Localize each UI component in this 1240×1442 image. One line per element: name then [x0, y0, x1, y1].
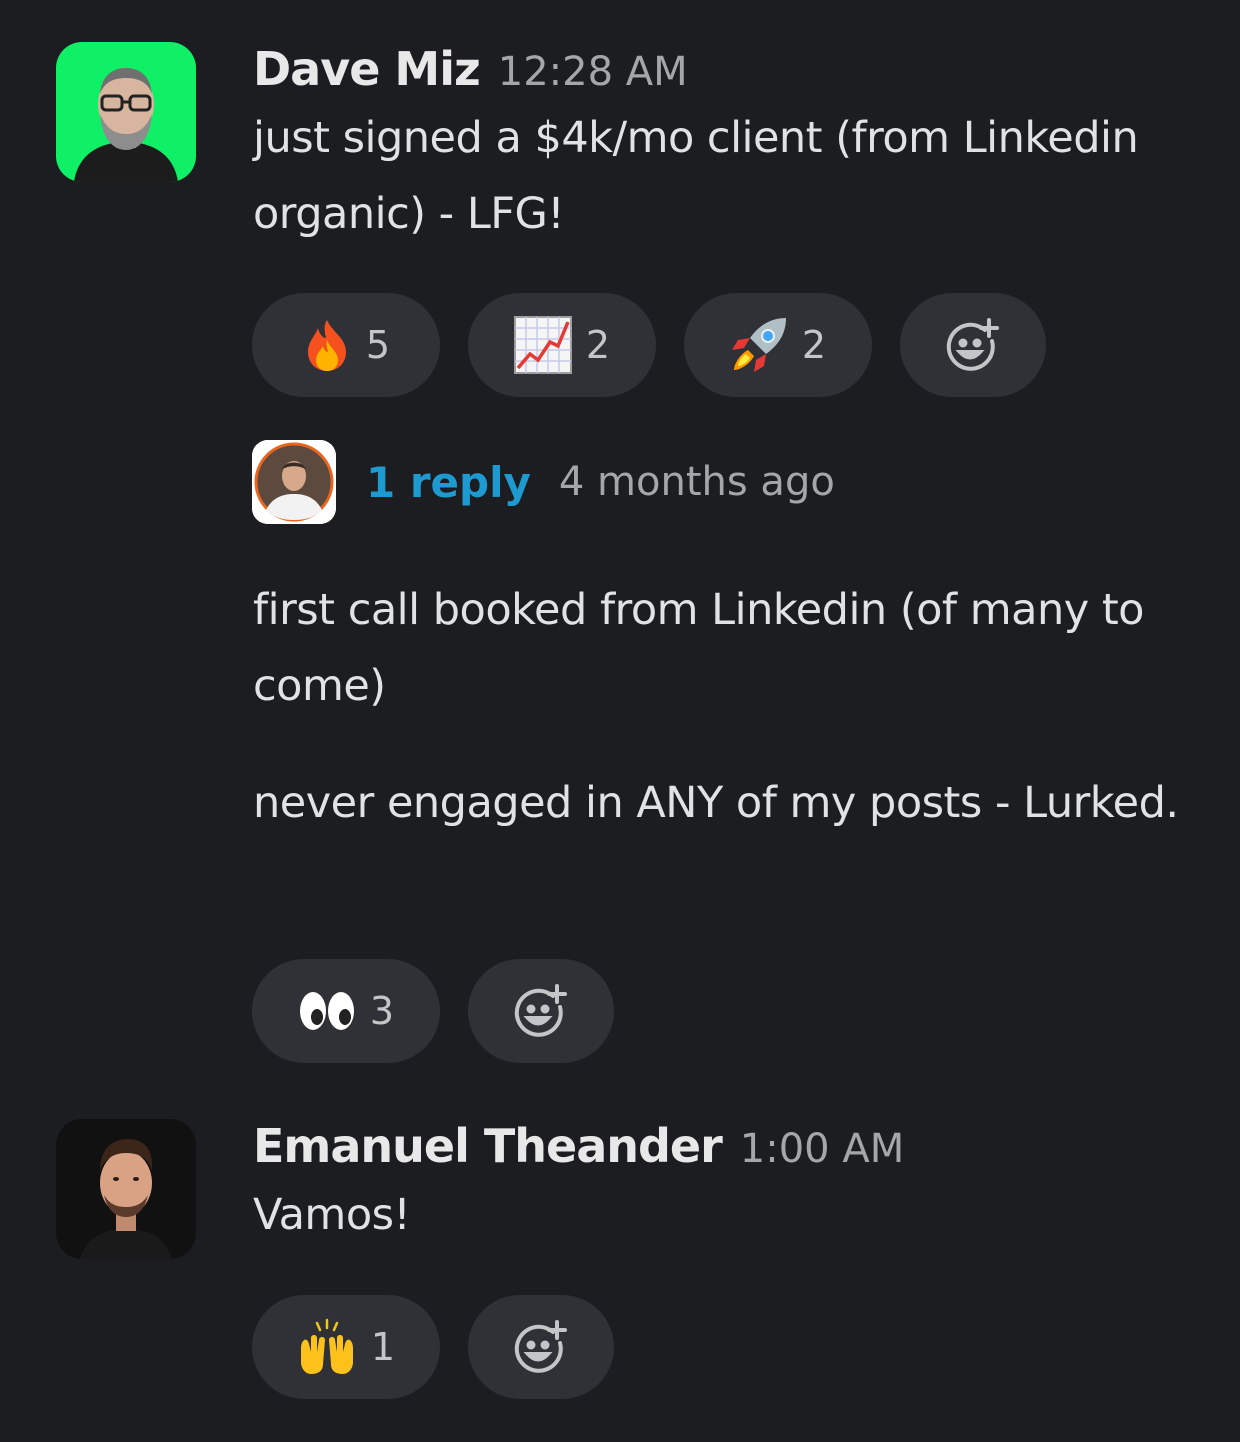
- thread-reply-count-link[interactable]: 1 reply: [366, 458, 531, 507]
- reaction-count: 1: [370, 1325, 396, 1369]
- add-reaction-button[interactable]: [900, 293, 1046, 397]
- message-timestamp[interactable]: 12:28 AM: [498, 49, 688, 95]
- fire-emoji-icon: [302, 318, 352, 372]
- raising-hands-emoji-icon: [297, 1318, 357, 1376]
- message-text: first call booked from Linkedin (of many…: [253, 585, 1145, 711]
- author-name[interactable]: Emanuel Theander 1:00 AM: [253, 1119, 904, 1173]
- reaction-count: 3: [369, 989, 395, 1033]
- author-name-text[interactable]: Emanuel Theander: [253, 1119, 723, 1173]
- author-name[interactable]: Dave Miz 12:28 AM: [253, 42, 688, 96]
- add-reaction-button[interactable]: [468, 1295, 614, 1399]
- message-text: Vamos!: [253, 1190, 411, 1240]
- message-text: just signed a $4k/mo client (from Linked…: [253, 113, 1139, 239]
- reaction-count: 2: [585, 323, 611, 367]
- add-reaction-icon: [513, 983, 569, 1039]
- chart-increasing-emoji-icon: [513, 316, 572, 374]
- thread-reply-avatar: [252, 440, 336, 524]
- reaction-rocket[interactable]: 2: [684, 293, 872, 397]
- reactions-row: 5 2 2: [252, 293, 1046, 397]
- reaction-raising-hands[interactable]: 1: [252, 1295, 440, 1399]
- eyes-emoji-icon: [298, 989, 356, 1033]
- reactions-row: 3: [252, 959, 614, 1063]
- avatar-dave-miz[interactable]: [56, 42, 196, 182]
- author-name-text[interactable]: Dave Miz: [253, 42, 481, 96]
- rocket-emoji-icon: [730, 316, 788, 374]
- message-timestamp[interactable]: 1:00 AM: [740, 1126, 904, 1172]
- thread-summary[interactable]: 1 reply 4 months ago: [252, 440, 835, 524]
- add-reaction-icon: [945, 317, 1001, 373]
- reaction-fire[interactable]: 5: [252, 293, 440, 397]
- reaction-eyes[interactable]: 3: [252, 959, 440, 1063]
- thread-last-reply-time: 4 months ago: [558, 459, 835, 505]
- add-reaction-button[interactable]: [468, 959, 614, 1063]
- message-text: never engaged in ANY of my posts - Lurke…: [253, 778, 1179, 828]
- reactions-row: 1: [252, 1295, 614, 1399]
- add-reaction-icon: [513, 1319, 569, 1375]
- message-emanuel-theander: Emanuel Theander 1:00 AM Vamos!: [0, 1100, 1240, 1260]
- reaction-chart[interactable]: 2: [468, 293, 656, 397]
- reaction-count: 2: [801, 323, 827, 367]
- avatar-emanuel-theander[interactable]: [56, 1119, 196, 1259]
- reaction-count: 5: [365, 323, 391, 367]
